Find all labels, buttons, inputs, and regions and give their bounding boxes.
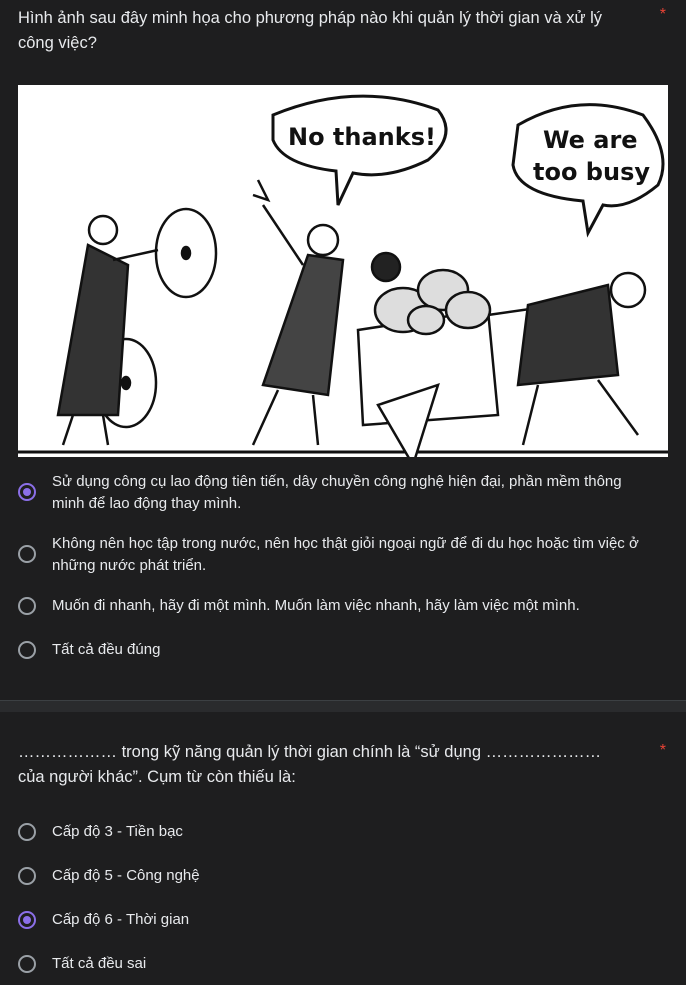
option-label: Cấp độ 3 - Tiền bạc <box>52 823 183 840</box>
question-card-2: ……………… trong kỹ năng quản lý thời gian c… <box>0 712 686 985</box>
radio-button[interactable] <box>18 867 36 885</box>
option-q1-3[interactable]: Muốn đi nhanh, hãy đi một mình. Muốn làm… <box>18 595 658 617</box>
option-q1-1[interactable]: Sử dụng công cụ lao động tiên tiến, dây … <box>18 471 658 515</box>
option-q1-4[interactable]: Tất cả đều đúng <box>18 639 658 661</box>
question-card-1: Hình ảnh sau đây minh họa cho phương phá… <box>0 0 686 700</box>
option-label: Tất cả đều sai <box>52 955 147 972</box>
option-q1-2[interactable]: Không nên học tập trong nước, nên học th… <box>18 533 658 577</box>
cartoon-image: No thanks! We are too busy <box>18 85 668 457</box>
option-q2-1[interactable]: Cấp độ 3 - Tiền bạc <box>18 821 658 843</box>
radio-button[interactable] <box>18 545 36 563</box>
question-title: Hình ảnh sau đây minh họa cho phương phá… <box>18 9 603 52</box>
radio-button[interactable] <box>18 955 36 973</box>
question-title: ……………… trong kỹ năng quản lý thời gian c… <box>18 743 602 786</box>
radio-button-selected[interactable] <box>18 483 36 501</box>
bubble-text-right-1: We are <box>543 126 638 154</box>
option-q2-3[interactable]: Cấp độ 6 - Thời gian <box>18 909 658 931</box>
radio-button[interactable] <box>18 823 36 841</box>
radio-button[interactable] <box>18 641 36 659</box>
option-label: Không nên học tập trong nước, nên học th… <box>52 535 639 574</box>
bubble-text-right-2: too busy <box>533 158 650 186</box>
option-label: Cấp độ 5 - Công nghệ <box>52 867 200 884</box>
option-label: Sử dụng công cụ lao động tiên tiến, dây … <box>52 473 622 512</box>
option-label: Cấp độ 6 - Thời gian <box>52 911 190 928</box>
option-q2-2[interactable]: Cấp độ 5 - Công nghệ <box>18 865 658 887</box>
option-q2-4[interactable]: Tất cả đều sai <box>18 953 658 975</box>
radio-button-selected[interactable] <box>18 911 36 929</box>
option-label: Tất cả đều đúng <box>52 641 161 658</box>
question-illustration: No thanks! We are too busy <box>18 85 668 457</box>
option-label: Muốn đi nhanh, hãy đi một mình. Muốn làm… <box>52 597 580 614</box>
required-asterisk: * <box>659 742 666 759</box>
required-asterisk: * <box>659 6 666 23</box>
bubble-text-left: No thanks! <box>288 123 436 151</box>
radio-button[interactable] <box>18 597 36 615</box>
